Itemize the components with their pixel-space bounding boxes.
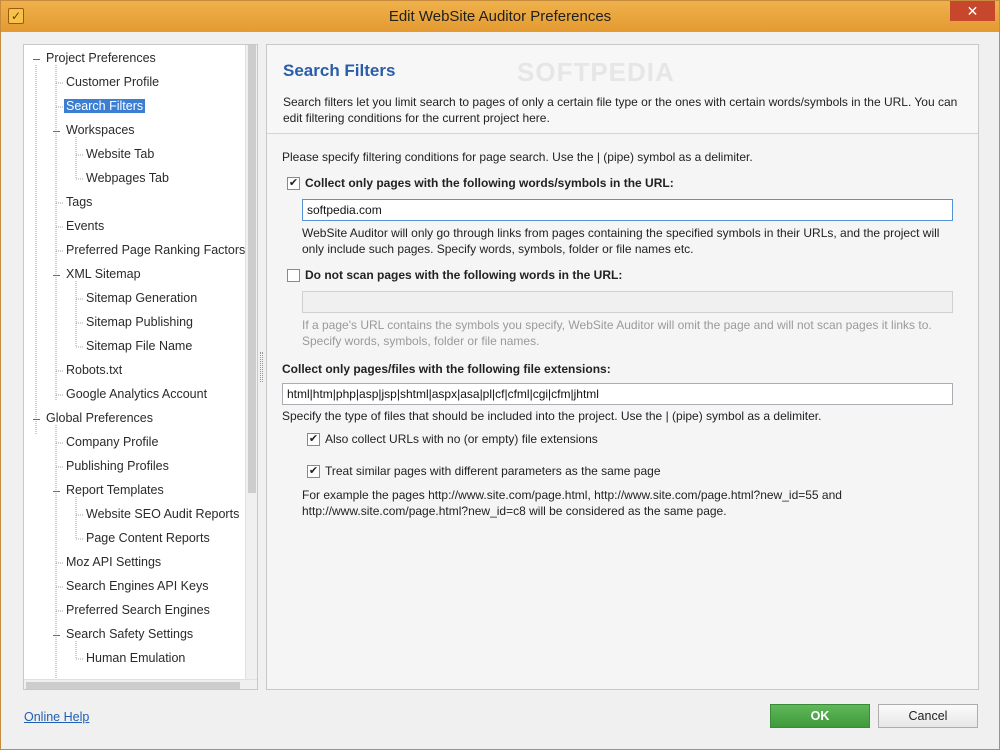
tree-item-label: Moz API Settings: [66, 555, 162, 569]
tree-item-events[interactable]: Events: [64, 217, 106, 236]
tree-item-global-preferences[interactable]: Global Preferences: [44, 409, 155, 428]
collapse-toggle-icon[interactable]: [52, 631, 61, 640]
tree-item-search-engines-api-keys[interactable]: Search Engines API Keys: [64, 577, 210, 596]
tree-item-label: Human Emulation: [86, 651, 186, 665]
panel-splitter[interactable]: [260, 352, 263, 382]
include-words-input[interactable]: softpedia.com: [302, 199, 953, 221]
include-words-label: Collect only pages with the following wo…: [305, 176, 674, 190]
tree-item-label: Website Tab: [86, 147, 155, 161]
close-button[interactable]: ✕: [950, 1, 995, 21]
tree-item-google-analytics-account[interactable]: Google Analytics Account: [64, 385, 209, 404]
tree-item-label: Customer Profile: [66, 75, 160, 89]
collapse-toggle-icon[interactable]: [52, 487, 61, 496]
tree-item-label: Global Preferences: [46, 411, 154, 425]
tree-vertical-scrollbar[interactable]: [245, 45, 257, 679]
tree-item-search-filters[interactable]: Search Filters: [64, 97, 146, 116]
tree-item-publishing-profiles[interactable]: Publishing Profiles: [64, 457, 171, 476]
tree-item-moz-api-settings[interactable]: Moz API Settings: [64, 553, 163, 572]
tree-item-label: Sitemap Generation: [86, 291, 198, 305]
tree-item-human-emulation[interactable]: Human Emulation: [84, 649, 187, 668]
tree-item-sitemap-publishing[interactable]: Sitemap Publishing: [84, 313, 195, 332]
exclude-words-checkbox[interactable]: [287, 269, 300, 282]
cancel-button[interactable]: Cancel: [878, 704, 978, 728]
tree-item-preferred-search-engines[interactable]: Preferred Search Engines: [64, 601, 212, 620]
watermark: SOFTPEDIA: [517, 57, 675, 87]
tree-item-sitemap-file-name[interactable]: Sitemap File Name: [84, 337, 194, 356]
section-description: Search filters let you limit search to p…: [283, 95, 958, 125]
tree-item-label: Page Content Reports: [86, 531, 210, 545]
scrollbar-thumb[interactable]: [248, 45, 256, 493]
tree-item-label: Company Profile: [66, 435, 159, 449]
tree-item-label: Search Safety Settings: [66, 627, 194, 641]
tree-item-label: Webpages Tab: [86, 171, 169, 185]
tree-item-label: Website SEO Audit Reports: [86, 507, 240, 521]
tree-item-preferred-page-ranking-factors[interactable]: Preferred Page Ranking Factors: [64, 241, 247, 260]
tree-item-label: Search Filters: [64, 99, 146, 113]
similar-pages-help: For example the pages http://www.site.co…: [302, 488, 842, 518]
no-extension-label: Also collect URLs with no (or empty) fil…: [325, 432, 598, 446]
tree-item-label: Tags: [66, 195, 93, 209]
tree-item-xml-sitemap[interactable]: XML Sitemap: [64, 265, 143, 284]
similar-pages-checkbox[interactable]: ✔: [307, 465, 320, 478]
tree-item-label: XML Sitemap: [66, 267, 141, 281]
tree-item-label: Sitemap Publishing: [86, 315, 194, 329]
tree-item-customer-profile[interactable]: Customer Profile: [64, 73, 161, 92]
exclude-words-input[interactable]: [302, 291, 953, 313]
tree-item-website-seo-audit-reports[interactable]: Website SEO Audit Reports: [84, 505, 241, 524]
collapse-toggle-icon[interactable]: [32, 415, 41, 424]
tree-item-label: Events: [66, 219, 105, 233]
tree-item-label: Sitemap File Name: [86, 339, 193, 353]
tree-item-label: Preferred Search Engines: [66, 603, 210, 617]
tree-item-webpages-tab[interactable]: Webpages Tab: [84, 169, 171, 188]
dialog-body: Project Preferences Customer Profile Sea…: [8, 32, 992, 743]
similar-pages-label: Treat similar pages with different param…: [325, 464, 661, 478]
extensions-label: Collect only pages/files with the follow…: [282, 362, 611, 376]
tree-item-report-templates[interactable]: Report Templates: [64, 481, 166, 500]
tree-viewport: Project Preferences Customer Profile Sea…: [24, 45, 245, 679]
title-bar[interactable]: ✓ Edit WebSite Auditor Preferences ✕: [1, 1, 999, 32]
tree-item-label: Google Analytics Account: [66, 387, 208, 401]
intro-text: Please specify filtering conditions for …: [282, 150, 753, 164]
tree-horizontal-scrollbar[interactable]: [24, 679, 257, 689]
settings-content-panel: SOFTPEDIA Search Filters Search filters …: [266, 44, 979, 690]
tree-item-label: Preferred Page Ranking Factors: [66, 243, 246, 257]
tree-item-label: Report Templates: [66, 483, 164, 497]
section-header: SOFTPEDIA Search Filters Search filters …: [267, 45, 978, 134]
include-words-help: WebSite Auditor will only go through lin…: [302, 226, 940, 256]
extensions-help: Specify the type of files that should be…: [282, 409, 822, 423]
scrollbar-thumb[interactable]: [26, 682, 240, 689]
tree-item-label: Search Engines API Keys: [66, 579, 209, 593]
tree-item-company-profile[interactable]: Company Profile: [64, 433, 160, 452]
no-extension-checkbox[interactable]: ✔: [307, 433, 320, 446]
tree-item-page-content-reports[interactable]: Page Content Reports: [84, 529, 212, 548]
page-title: Search Filters: [283, 61, 396, 80]
collapse-toggle-icon[interactable]: [52, 127, 61, 136]
tree-item-label: Publishing Profiles: [66, 459, 169, 473]
tree-item-label: Project Preferences: [46, 51, 156, 65]
tree-item-robots-txt[interactable]: Robots.txt: [64, 361, 124, 380]
filters-form: Please specify filtering conditions for …: [267, 135, 978, 689]
tree-item-sitemap-generation[interactable]: Sitemap Generation: [84, 289, 199, 308]
online-help-link[interactable]: Online Help: [24, 710, 89, 724]
collapse-toggle-icon[interactable]: [52, 271, 61, 280]
exclude-words-help: If a page's URL contains the symbols you…: [302, 318, 932, 348]
exclude-words-label: Do not scan pages with the following wor…: [305, 268, 623, 282]
preferences-tree: Project Preferences Customer Profile Sea…: [23, 44, 258, 690]
extensions-input[interactable]: html|htm|php|asp|jsp|shtml|aspx|asa|pl|c…: [282, 383, 953, 405]
preferences-window: ✓ Edit WebSite Auditor Preferences ✕ Pro…: [0, 0, 1000, 750]
include-words-checkbox[interactable]: ✔: [287, 177, 300, 190]
tree-item-label: Workspaces: [66, 123, 135, 137]
ok-button[interactable]: OK: [770, 704, 870, 728]
tree-item-website-tab[interactable]: Website Tab: [84, 145, 156, 164]
tree-item-tags[interactable]: Tags: [64, 193, 94, 212]
tree-item-search-safety-settings[interactable]: Search Safety Settings: [64, 625, 195, 644]
tree-item-workspaces[interactable]: Workspaces: [64, 121, 137, 140]
tree-item-label: Robots.txt: [66, 363, 123, 377]
tree-item-project-preferences[interactable]: Project Preferences: [44, 49, 158, 68]
collapse-toggle-icon[interactable]: [32, 55, 41, 64]
window-title: Edit WebSite Auditor Preferences: [388, 8, 612, 25]
